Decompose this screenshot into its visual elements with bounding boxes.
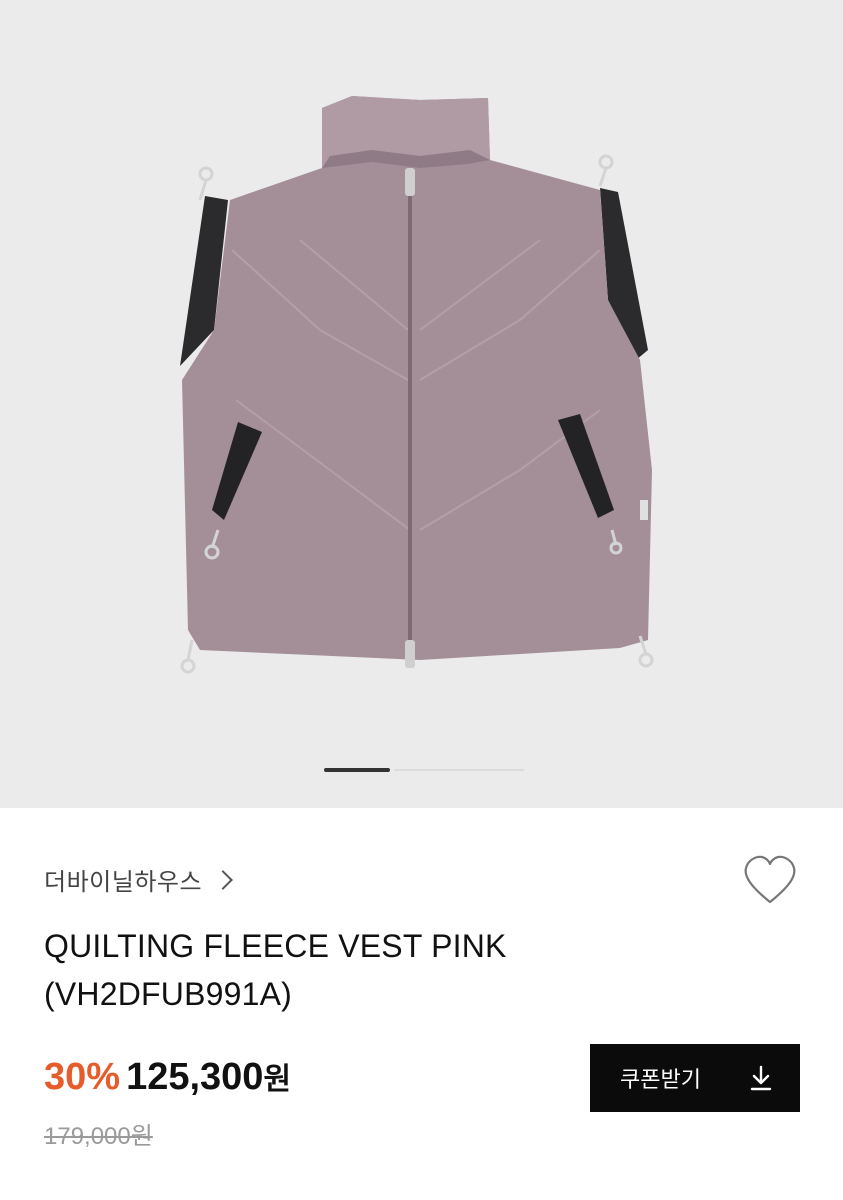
download-icon xyxy=(750,1065,772,1091)
product-image-gallery[interactable] xyxy=(0,0,843,808)
price-row: 30% 125,300원 xyxy=(44,1054,291,1099)
currency-unit: 원 xyxy=(263,1063,292,1096)
slide-indicator xyxy=(324,768,524,774)
discount-rate: 30% xyxy=(44,1056,121,1098)
original-price: 179,000원 xyxy=(44,1123,153,1150)
sale-price-amount: 125,300 xyxy=(126,1056,264,1098)
product-title-code: (VH2DFUB991A) xyxy=(44,976,293,1012)
slide-indicator-track xyxy=(394,769,524,771)
slide-indicator-active xyxy=(324,768,390,772)
coupon-label: 쿠폰받기 xyxy=(620,1067,701,1092)
brand-link[interactable]: 더바이닐하우스 xyxy=(44,862,233,897)
coupon-download-button[interactable]: 쿠폰받기 xyxy=(590,1044,800,1112)
wishlist-button[interactable] xyxy=(742,854,798,906)
chevron-right-icon xyxy=(213,869,233,890)
product-image xyxy=(180,96,654,674)
product-title: QUILTING FLEECE VEST PINK (VH2DFUB991A) xyxy=(44,922,604,1018)
sale-price: 125,300원 xyxy=(126,1054,291,1099)
heart-outline-icon xyxy=(744,855,796,904)
product-title-name: QUILTING FLEECE VEST PINK xyxy=(44,928,507,964)
brand-name: 더바이닐하우스 xyxy=(44,868,203,896)
